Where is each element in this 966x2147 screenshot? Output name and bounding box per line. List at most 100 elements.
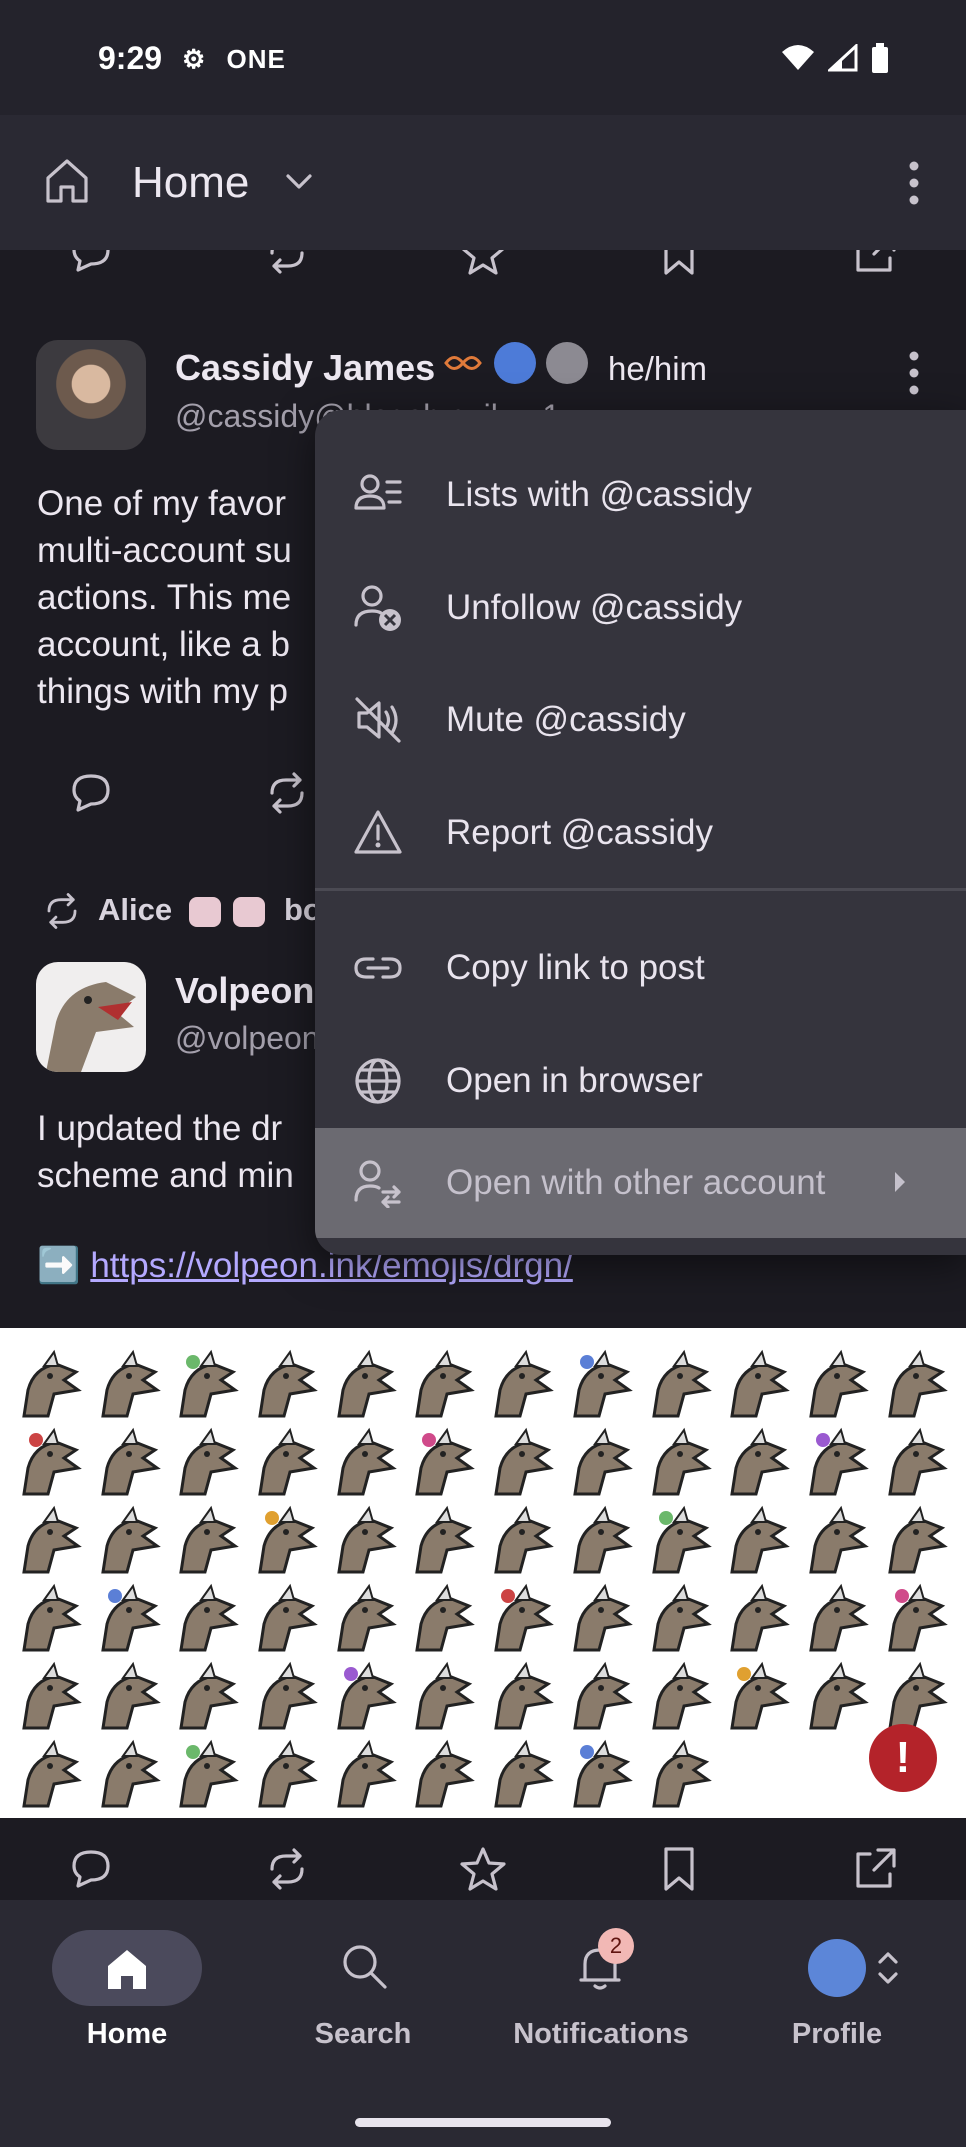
dragon-emoji-icon: [415, 1505, 476, 1574]
dragon-emoji-icon: [415, 1349, 476, 1418]
menu-item-mute[interactable]: Mute @cassidy: [315, 665, 966, 775]
boost-icon[interactable]: [262, 1844, 312, 1894]
star-icon[interactable]: [458, 1844, 508, 1894]
dragon-emoji-icon: [22, 1505, 82, 1574]
menu-item-unfollow[interactable]: Unfollow @cassidy: [315, 553, 966, 663]
menu-item-label: Open in browser: [446, 1061, 703, 1100]
boost-icon[interactable]: [262, 250, 312, 278]
menu-item-label: Unfollow @cassidy: [446, 588, 743, 627]
profile-avatar[interactable]: [808, 1939, 866, 1997]
gesture-bar[interactable]: [355, 2118, 611, 2127]
nav-home-icon[interactable]: [104, 1946, 150, 1992]
menu-item-copy-link[interactable]: Copy link to post: [315, 913, 966, 1023]
dragon-emoji-icon: [730, 1661, 791, 1730]
emoji-grid: [14, 1346, 958, 1810]
dragon-emoji-icon: [651, 1349, 712, 1418]
cat-emoji-icon: [188, 896, 221, 927]
status-system-icons: [780, 42, 890, 74]
post-more-icon[interactable]: [906, 350, 922, 396]
nav-search-label[interactable]: Search: [243, 2018, 483, 2051]
dragon-emoji-icon: [573, 1427, 633, 1496]
chevron-updown-icon[interactable]: [875, 1950, 901, 1986]
bookmark-icon[interactable]: [654, 1844, 704, 1894]
dragon-emoji-icon: [887, 1661, 948, 1730]
menu-item-lists[interactable]: Lists with @cassidy: [315, 440, 966, 550]
dragon-emoji-icon: [494, 1427, 554, 1496]
dragon-emoji-icon: [494, 1349, 554, 1418]
dragon-emoji-icon: [100, 1427, 161, 1496]
avatar[interactable]: [36, 340, 146, 450]
dragon-emoji-icon: [494, 1505, 554, 1574]
menu-item-open-browser[interactable]: Open in browser: [315, 1026, 966, 1136]
dragon-emoji-icon: [179, 1349, 240, 1418]
dragon-emoji-icon: [22, 1661, 82, 1730]
dragon-emoji-icon: [730, 1349, 791, 1418]
star-icon[interactable]: [458, 250, 508, 278]
dragon-emoji-icon: [415, 1739, 476, 1808]
dragon-emoji-icon: [258, 1349, 318, 1418]
cat-emoji-icon: [233, 896, 266, 927]
menu-item-label: Copy link to post: [446, 948, 705, 987]
mute-icon: [355, 697, 401, 743]
dragon-emoji-icon: [573, 1583, 633, 1652]
media-attachment[interactable]: [0, 1328, 966, 1818]
post-overflow-menu: Lists with @cassidy Unfollow @cassidy Mu…: [315, 410, 966, 1255]
chevron-down-icon[interactable]: [284, 170, 314, 192]
dragon-emoji-icon: [415, 1427, 476, 1496]
post-content: One of my favor multi-account su actions…: [37, 484, 292, 711]
nav-search-icon[interactable]: [340, 1942, 388, 1990]
post-author-name[interactable]: Cassidy James: [175, 347, 435, 389]
dragon-emoji-icon: [573, 1661, 633, 1730]
post-author-handle[interactable]: @volpeon: [175, 1020, 320, 1057]
share-icon[interactable]: [850, 250, 900, 278]
dragon-emoji-icon: [258, 1427, 318, 1496]
dragon-emoji-icon: [573, 1739, 633, 1808]
post-actions: [0, 1818, 966, 1900]
reply-icon[interactable]: [66, 1844, 116, 1894]
dragon-emoji-icon: [887, 1427, 948, 1496]
nav-notifications-label[interactable]: Notifications: [481, 2018, 721, 2051]
dragon-emoji-icon: [337, 1427, 397, 1496]
menu-item-open-other-account[interactable]: Open with other account: [315, 1128, 966, 1238]
menu-item-report[interactable]: Report @cassidy: [315, 778, 966, 888]
booster-name[interactable]: Alice: [98, 892, 172, 927]
post-content: I updated the dr scheme and min: [37, 1109, 294, 1195]
avatar[interactable]: [36, 962, 146, 1072]
dragon-emoji-icon: [258, 1661, 318, 1730]
carrier-label: ONE: [226, 44, 286, 74]
bookmark-icon[interactable]: [654, 250, 704, 278]
dragon-emoji-icon: [100, 1739, 161, 1808]
dragon-emoji-icon: [179, 1427, 240, 1496]
nav-profile-label[interactable]: Profile: [717, 2018, 957, 2051]
dragon-emoji-icon: [100, 1349, 161, 1418]
home-icon[interactable]: [42, 156, 92, 206]
nav-home-label[interactable]: Home: [7, 2018, 247, 2051]
people-list-icon: [354, 474, 402, 510]
infinity-emoji-icon: [442, 352, 484, 374]
share-icon[interactable]: [850, 1844, 900, 1894]
dragon-emoji-icon: [22, 1349, 82, 1418]
menu-item-label: Lists with @cassidy: [446, 475, 752, 514]
dragon-emoji-icon: [651, 1739, 712, 1808]
status-notification-icons: ⚙ ONE: [182, 44, 286, 75]
dragon-emoji-icon: [809, 1505, 869, 1574]
battery-icon: [872, 43, 888, 73]
unfollow-icon: [354, 585, 401, 631]
feed-title[interactable]: Home: [132, 158, 249, 208]
warning-icon: [354, 810, 402, 854]
submenu-arrow-icon: [895, 1172, 905, 1192]
boost-icon[interactable]: [262, 768, 312, 818]
post-author-name[interactable]: Volpeon: [175, 970, 314, 1012]
dragon-emoji-icon: [494, 1739, 554, 1808]
arrow-right-emoji-icon: ➡️: [37, 1246, 81, 1285]
link-icon: [354, 957, 402, 979]
menu-item-label: Open with other account: [446, 1163, 826, 1202]
alt-text-alert-icon[interactable]: !: [869, 1724, 937, 1792]
menu-divider: [315, 888, 966, 891]
reply-icon[interactable]: [66, 768, 116, 818]
reply-icon[interactable]: [66, 250, 116, 278]
dragon-emoji-icon: [337, 1583, 397, 1652]
previous-post-actions: [0, 250, 966, 290]
dragon-emoji-icon: [258, 1505, 318, 1574]
more-vert-icon[interactable]: [906, 160, 922, 206]
